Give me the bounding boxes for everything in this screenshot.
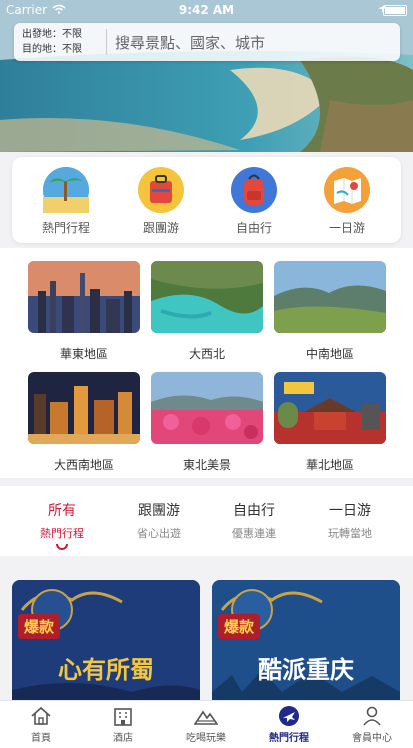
region-grid: 華東地區 大西北 中南地區 大西南地區 東北美景 華北地區 xyxy=(0,248,413,478)
product-card[interactable]: 爆款 心有所蜀 xyxy=(12,580,200,710)
region-photo xyxy=(28,261,140,333)
nav-label: 熱門行程 xyxy=(269,733,309,744)
nav-label: 吃喝玩樂 xyxy=(186,733,226,744)
region-great-northwest[interactable]: 大西北 xyxy=(151,261,263,362)
departure-label: 出發地： xyxy=(22,29,62,40)
category-day-trip[interactable]: 一日游 xyxy=(307,167,387,236)
destination-filter[interactable]: 目的地：不限 xyxy=(22,42,102,57)
region-name: 華東地區 xyxy=(59,347,108,361)
tab-title: 自由行 xyxy=(233,503,275,519)
tab-all[interactable]: 所有 熱門行程 xyxy=(22,500,102,550)
category-card: 熱門行程 跟團游 自由行 一日游 xyxy=(12,157,401,243)
active-tab-indicator xyxy=(56,544,68,550)
product-poster xyxy=(12,580,200,710)
backpack-icon xyxy=(231,167,277,213)
hero-banner: Carrier 9:42 AM 出發地：不限 目的地：不限 搜尋景點、國家、城市 xyxy=(0,0,413,152)
tab-free-travel[interactable]: 自由行 優惠連連 xyxy=(214,500,294,541)
category-label: 熱門行程 xyxy=(41,221,90,235)
tab-subtitle: 省心出遊 xyxy=(137,527,181,540)
region-photo xyxy=(151,261,263,333)
product-headline: 心有所蜀 xyxy=(58,655,154,684)
hotel-icon xyxy=(82,705,164,727)
category-label: 跟團游 xyxy=(142,221,179,235)
category-free-travel[interactable]: 自由行 xyxy=(214,167,294,236)
category-hot-trips[interactable]: 熱門行程 xyxy=(26,167,106,236)
tab-subtitle: 優惠連連 xyxy=(232,527,276,540)
region-central-south[interactable]: 中南地區 xyxy=(274,261,386,362)
nav-home[interactable]: 首頁 xyxy=(0,705,82,744)
tab-title: 所有 xyxy=(48,503,76,519)
category-label: 自由行 xyxy=(235,221,272,235)
region-name: 大西南地區 xyxy=(53,458,114,472)
tab-title: 一日游 xyxy=(329,503,371,519)
home-icon xyxy=(0,705,82,727)
tab-group-tour[interactable]: 跟團游 省心出遊 xyxy=(119,500,199,541)
bottom-nav: 首頁 酒店 吃喝玩樂 熱門行程 會員中心 xyxy=(0,700,413,748)
category-group-tour[interactable]: 跟團游 xyxy=(121,167,201,236)
search-bar[interactable]: 出發地：不限 目的地：不限 搜尋景點、國家、城市 xyxy=(14,23,400,61)
tab-subtitle: 玩轉當地 xyxy=(328,527,372,540)
category-label: 一日游 xyxy=(328,221,365,235)
user-icon xyxy=(331,705,413,727)
luggage-icon xyxy=(138,167,184,213)
destination-label: 目的地： xyxy=(22,44,62,55)
status-bar: Carrier 9:42 AM xyxy=(0,0,413,22)
mountain-icon xyxy=(165,705,247,727)
departure-value: 不限 xyxy=(62,29,82,40)
product-poster xyxy=(212,580,400,710)
product-list: 爆款 心有所蜀 爆款 酷派重庆 xyxy=(0,565,413,710)
nav-food-fun[interactable]: 吃喝玩樂 xyxy=(165,705,247,744)
battery-icon xyxy=(383,5,407,16)
product-headline: 酷派重庆 xyxy=(258,655,354,684)
region-photo xyxy=(28,372,140,444)
nav-label: 酒店 xyxy=(113,733,133,744)
region-northeast[interactable]: 東北美景 xyxy=(151,372,263,473)
palm-tree-icon xyxy=(43,167,89,213)
map-icon xyxy=(324,167,370,213)
destination-value: 不限 xyxy=(62,44,82,55)
search-input[interactable]: 搜尋景點、國家、城市 xyxy=(115,32,265,53)
region-name: 東北美景 xyxy=(182,458,231,472)
nav-hotel[interactable]: 酒店 xyxy=(82,705,164,744)
departure-filter[interactable]: 出發地：不限 xyxy=(22,27,102,42)
region-great-southwest[interactable]: 大西南地區 xyxy=(28,372,140,473)
product-tabs: 所有 熱門行程 跟團游 省心出遊 自由行 優惠連連 一日游 玩轉當地 xyxy=(0,486,413,556)
tab-day-trip[interactable]: 一日游 玩轉當地 xyxy=(310,500,390,541)
product-card[interactable]: 爆款 酷派重庆 xyxy=(212,580,400,710)
region-photo xyxy=(274,261,386,333)
region-north-china[interactable]: 華北地區 xyxy=(274,372,386,473)
location-filters[interactable]: 出發地：不限 目的地：不限 xyxy=(22,27,102,57)
region-name: 中南地區 xyxy=(305,347,354,361)
region-name: 華北地區 xyxy=(305,458,354,472)
region-photo xyxy=(151,372,263,444)
nav-label: 首頁 xyxy=(31,733,51,744)
nav-label: 會員中心 xyxy=(352,733,392,744)
plane-icon xyxy=(248,705,330,727)
hot-badge: 爆款 xyxy=(18,614,61,639)
tab-title: 跟團游 xyxy=(138,503,180,519)
tab-subtitle: 熱門行程 xyxy=(40,527,84,540)
region-name: 大西北 xyxy=(188,347,225,361)
nav-member[interactable]: 會員中心 xyxy=(331,705,413,744)
nav-hot-trips[interactable]: 熱門行程 xyxy=(248,705,330,744)
region-photo xyxy=(274,372,386,444)
hot-badge: 爆款 xyxy=(218,614,261,639)
search-divider xyxy=(106,29,107,55)
region-east-china[interactable]: 華東地區 xyxy=(28,261,140,362)
clock: 9:42 AM xyxy=(178,3,235,17)
